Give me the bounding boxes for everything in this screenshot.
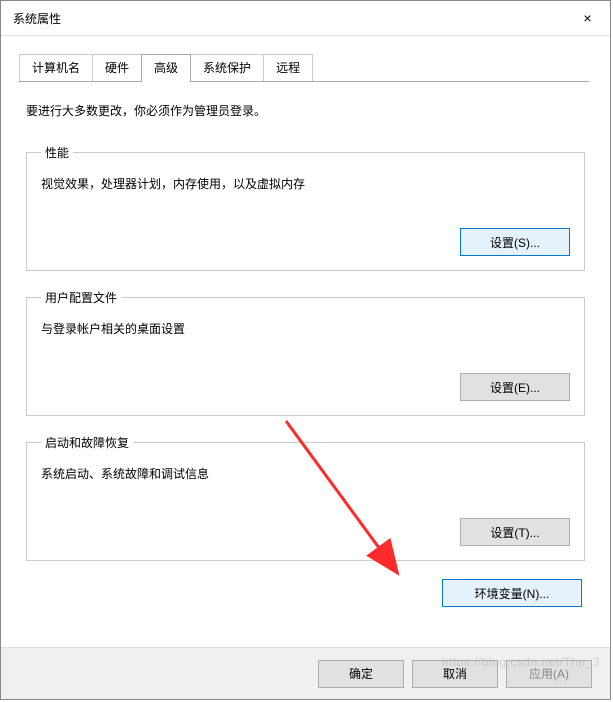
close-icon: × <box>583 10 591 26</box>
tab-hardware[interactable]: 硬件 <box>92 54 142 81</box>
performance-group: 性能 视觉效果，处理器计划，内存使用，以及虚拟内存 设置(S)... <box>26 144 585 271</box>
tab-content-advanced: 要进行大多数更改，你必须作为管理员登录。 性能 视觉效果，处理器计划，内存使用，… <box>1 82 610 617</box>
watermark-text: https://blog.csdn.net/The_3 <box>442 655 600 669</box>
performance-settings-button[interactable]: 设置(S)... <box>460 228 570 256</box>
titlebar: 系统属性 × <box>1 1 610 36</box>
user-profiles-group: 用户配置文件 与登录帐户相关的桌面设置 设置(E)... <box>26 289 585 416</box>
user-profiles-settings-button[interactable]: 设置(E)... <box>460 373 570 401</box>
tab-system-protection[interactable]: 系统保护 <box>190 54 264 81</box>
system-properties-window: 系统属性 × 计算机名 硬件 高级 系统保护 远程 要进行大多数更改，你必须作为… <box>0 0 611 700</box>
tab-remote[interactable]: 远程 <box>263 54 313 81</box>
startup-recovery-text: 系统启动、系统故障和调试信息 <box>41 465 570 482</box>
startup-recovery-settings-button[interactable]: 设置(T)... <box>460 518 570 546</box>
startup-recovery-group: 启动和故障恢复 系统启动、系统故障和调试信息 设置(T)... <box>26 434 585 561</box>
window-title: 系统属性 <box>13 10 61 27</box>
tab-computer-name[interactable]: 计算机名 <box>19 54 93 81</box>
performance-legend: 性能 <box>41 144 73 161</box>
close-button[interactable]: × <box>565 1 610 36</box>
tabstrip: 计算机名 硬件 高级 系统保护 远程 <box>19 54 610 81</box>
admin-notice: 要进行大多数更改，你必须作为管理员登录。 <box>26 102 585 119</box>
performance-text: 视觉效果，处理器计划，内存使用，以及虚拟内存 <box>41 175 570 192</box>
ok-button[interactable]: 确定 <box>318 660 404 688</box>
environment-variables-button[interactable]: 环境变量(N)... <box>442 579 582 607</box>
startup-recovery-legend: 启动和故障恢复 <box>41 434 133 451</box>
tab-advanced[interactable]: 高级 <box>141 54 191 82</box>
user-profiles-legend: 用户配置文件 <box>41 289 121 306</box>
user-profiles-text: 与登录帐户相关的桌面设置 <box>41 320 570 337</box>
